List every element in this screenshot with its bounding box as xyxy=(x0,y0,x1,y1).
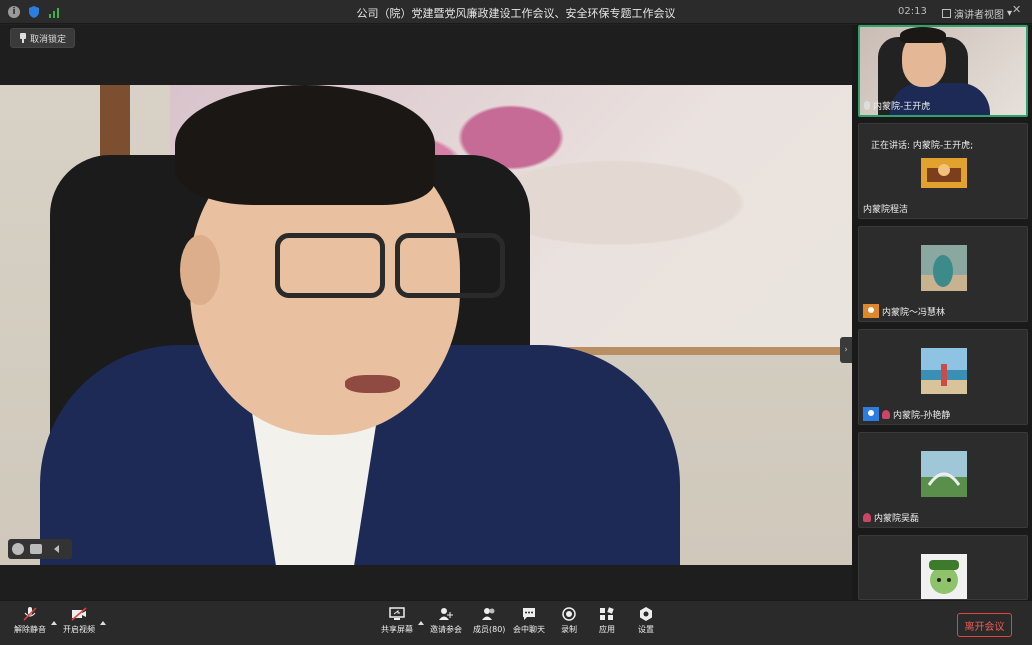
participant-name: 内蒙院-王开虎 xyxy=(864,99,930,112)
participant-tile[interactable]: 内蒙院-孙艳静 xyxy=(858,329,1028,425)
close-icon[interactable]: ✕ xyxy=(1012,3,1021,16)
unlock-button[interactable]: 取消锁定 xyxy=(10,28,76,48)
speaker-video xyxy=(0,85,852,565)
participant-name-label: 内蒙院～冯慧林 xyxy=(882,307,946,318)
add-user-icon xyxy=(439,608,453,620)
participant-name-label: 内蒙院程洁 xyxy=(863,205,909,215)
settings-button[interactable]: 设置 xyxy=(638,607,654,635)
leave-meeting-button[interactable]: 离开会议 xyxy=(957,613,1012,637)
view-mode-dropdown[interactable]: 演讲者视图 ▾ xyxy=(942,6,1012,21)
avatar xyxy=(921,554,967,599)
speaking-indicator: 正在讲话: 内蒙院-王开虎; xyxy=(871,141,974,151)
avatar xyxy=(921,158,967,188)
mic-muted-icon xyxy=(23,607,37,621)
members-button[interactable]: 成员(80) xyxy=(473,607,505,635)
avatar xyxy=(921,245,967,291)
chat-icon xyxy=(523,608,535,620)
share-options-caret[interactable] xyxy=(418,621,424,625)
apps-label: 应用 xyxy=(599,625,615,634)
audio-options-caret[interactable] xyxy=(51,621,57,625)
record-label: 录制 xyxy=(561,625,577,634)
view-mode-label: 演讲者视图 xyxy=(954,10,1004,21)
participant-tile[interactable]: 内蒙院-王开虎 xyxy=(858,25,1028,117)
participant-name: 内蒙院-孙艳静 xyxy=(863,407,950,421)
participant-sidebar: 内蒙院-王开虎 正在讲话: 内蒙院-王开虎; 内蒙院程洁 内蒙院～冯慧林 内蒙院… xyxy=(852,25,1032,600)
glasses xyxy=(205,233,505,303)
invite-label: 邀请参会 xyxy=(430,625,462,634)
unmute-label: 解除静音 xyxy=(14,625,46,634)
unmute-button[interactable]: 解除静音 xyxy=(14,607,46,635)
participant-name: 内蒙院吴磊 xyxy=(863,511,919,524)
person-icon xyxy=(863,513,871,522)
smile-icon[interactable] xyxy=(12,543,24,555)
share-screen-button[interactable]: 共享屏幕 xyxy=(381,607,413,635)
glasses-lens-left xyxy=(275,233,385,298)
participant-tile[interactable] xyxy=(858,535,1028,600)
hair xyxy=(175,85,435,205)
start-video-label: 开启视频 xyxy=(63,625,95,634)
host-icon xyxy=(863,304,879,318)
participant-tile[interactable]: 正在讲话: 内蒙院-王开虎; 内蒙院程洁 xyxy=(858,123,1028,219)
members-label: 成员(80) xyxy=(473,625,506,634)
meeting-toolbar: 解除静音 开启视频 共享屏幕 邀请参会 成员(80) 会中聊天 录制 应用 设置… xyxy=(0,600,1032,645)
settings-label: 设置 xyxy=(638,625,654,634)
apps-icon xyxy=(600,607,614,620)
person-icon xyxy=(882,409,890,419)
record-icon xyxy=(562,607,576,621)
mouth xyxy=(345,375,400,393)
share-screen-icon xyxy=(389,607,405,620)
meeting-title: 公司（院）党建暨党风廉政建设工作会议、安全环保专题工作会议 xyxy=(356,7,676,20)
participant-name: 内蒙院～冯慧林 xyxy=(863,304,945,318)
pin-icon xyxy=(19,33,27,43)
participant-tile[interactable]: 内蒙院吴磊 xyxy=(858,432,1028,528)
participant-name: 内蒙院程洁 xyxy=(863,202,908,215)
mic-icon xyxy=(864,101,870,110)
hair-shape xyxy=(900,27,946,43)
sidebar-toggle[interactable]: › xyxy=(840,337,852,363)
chat-label: 会中聊天 xyxy=(513,625,545,634)
participant-name-label: 内蒙院-王开虎 xyxy=(873,102,931,112)
chat-button[interactable]: 会中聊天 xyxy=(513,607,545,635)
unlock-label: 取消锁定 xyxy=(30,34,67,45)
share-screen-label: 共享屏幕 xyxy=(381,625,413,634)
members-icon xyxy=(482,608,495,620)
grid-icon xyxy=(942,9,951,18)
gear-icon xyxy=(640,607,652,621)
glasses-lens-right xyxy=(395,233,505,298)
avatar xyxy=(921,348,967,394)
video-options-caret[interactable] xyxy=(100,621,106,625)
record-button[interactable]: 录制 xyxy=(561,607,577,635)
apps-button[interactable]: 应用 xyxy=(599,607,615,635)
chevron-left-icon[interactable] xyxy=(54,545,59,553)
cohost-icon xyxy=(863,407,879,421)
main-stage: 取消锁定 › xyxy=(0,25,852,600)
camera-off-icon xyxy=(71,607,87,621)
participant-tile[interactable]: 内蒙院～冯慧林 xyxy=(858,226,1028,322)
meeting-timer: 02:13 xyxy=(898,6,927,17)
participant-name-label: 内蒙院-孙艳静 xyxy=(893,410,951,421)
title-bar: i 公司（院）党建暨党风廉政建设工作会议、安全环保专题工作会议 02:13 演讲… xyxy=(0,0,1032,24)
invite-button[interactable]: 邀请参会 xyxy=(430,607,462,635)
chat-bubble-icon[interactable] xyxy=(30,544,42,554)
participant-name-label: 内蒙院吴磊 xyxy=(874,514,920,524)
avatar xyxy=(921,451,967,497)
reaction-bar xyxy=(8,539,72,559)
start-video-button[interactable]: 开启视频 xyxy=(63,607,95,635)
